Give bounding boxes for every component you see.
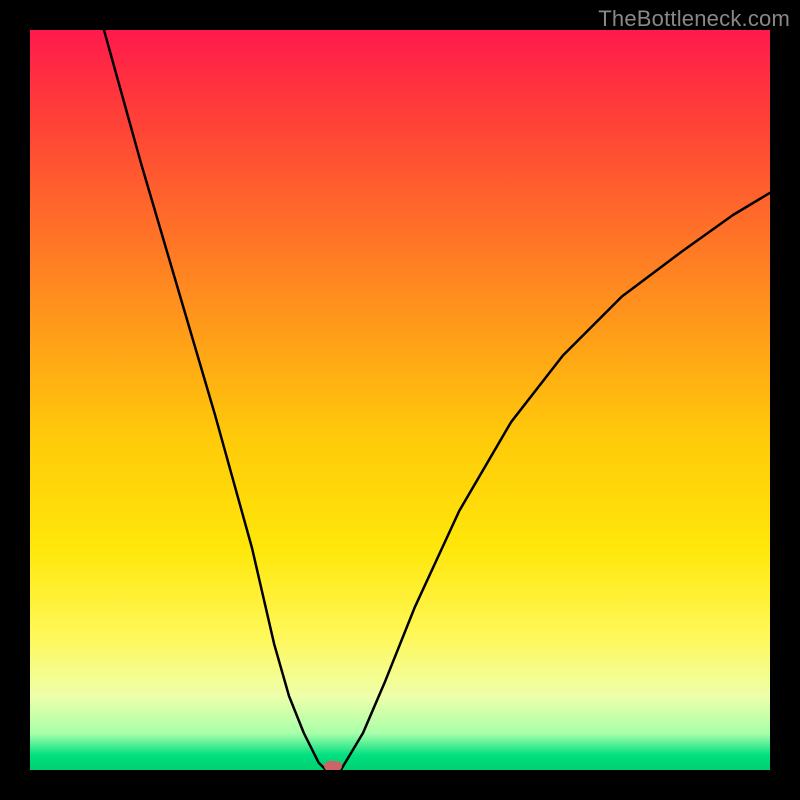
plot-area	[30, 30, 770, 770]
curve-svg	[30, 30, 770, 770]
bottleneck-marker	[324, 761, 342, 770]
bottleneck-curve	[104, 30, 770, 770]
chart-frame: TheBottleneck.com	[0, 0, 800, 800]
watermark-text: TheBottleneck.com	[598, 6, 790, 32]
